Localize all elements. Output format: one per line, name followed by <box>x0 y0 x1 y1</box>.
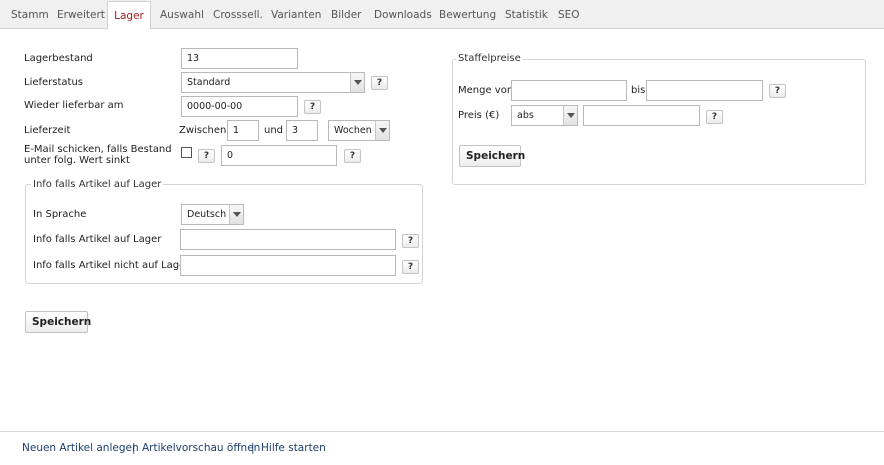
tab-seo[interactable]: SEO <box>558 1 580 29</box>
lieferstatus-select[interactable]: Standard <box>181 72 365 93</box>
article-preview-link[interactable]: Artikelvorschau öffnen <box>142 442 260 454</box>
tab-stamm[interactable]: Stamm <box>11 1 49 29</box>
nicht-auf-lager-input[interactable] <box>180 255 396 276</box>
info-legend: Info falls Artikel auf Lager <box>31 179 164 191</box>
footer-separator: | <box>132 442 136 454</box>
nicht-auf-lager-help-button[interactable]: ? <box>402 260 419 274</box>
preis-label: Preis (€) <box>458 110 500 121</box>
tab-erweitert[interactable]: Erweitert <box>57 1 105 29</box>
email-threshold-input[interactable]: 0 <box>221 145 337 166</box>
preis-input[interactable] <box>583 105 700 126</box>
save-button[interactable]: Speichern <box>25 311 91 333</box>
lieferzeit-from-input[interactable]: 1 <box>227 120 259 141</box>
chevron-down-icon <box>375 121 389 140</box>
email-threshold-help-button[interactable]: ? <box>344 149 361 163</box>
tab-auswahl[interactable]: Auswahl <box>160 1 204 29</box>
lagerbestand-input[interactable]: 13 <box>181 48 298 69</box>
zwischen-label: Zwischen <box>179 125 227 136</box>
preis-type-select[interactable]: abs <box>511 105 578 126</box>
lieferstatus-value: Standard <box>187 77 231 88</box>
preis-help-button[interactable]: ? <box>706 110 723 124</box>
chevron-down-icon <box>563 106 577 125</box>
new-article-link[interactable]: Neuen Artikel anlegen <box>22 442 139 454</box>
lieferstatus-help-button[interactable]: ? <box>371 76 388 90</box>
footer: Neuen Artikel anlegen | Artikelvorschau … <box>0 431 884 465</box>
lagerbestand-label: Lagerbestand <box>24 53 93 64</box>
lieferstatus-label: Lieferstatus <box>24 77 84 88</box>
staffelpreise-legend: Staffelpreise <box>456 53 523 65</box>
wieder-lieferbar-input[interactable]: 0000-00-00 <box>181 96 298 117</box>
lieferzeit-unit-value: Wochen <box>334 125 372 136</box>
menge-von-input[interactable] <box>511 80 627 101</box>
footer-separator: | <box>251 442 255 454</box>
auf-lager-label: Info falls Artikel auf Lager <box>33 234 162 245</box>
tab-varianten[interactable]: Varianten <box>271 1 321 29</box>
lieferzeit-label: Lieferzeit <box>24 125 71 136</box>
tab-lager[interactable]: Lager <box>107 1 151 30</box>
sprache-value: Deutsch <box>187 209 227 220</box>
wieder-lieferbar-help-button[interactable]: ? <box>304 100 321 114</box>
tab-statistik[interactable]: Statistik <box>505 1 548 29</box>
lieferzeit-to-input[interactable]: 3 <box>286 120 318 141</box>
bis-label: bis <box>631 85 646 96</box>
lieferzeit-unit-select[interactable]: Wochen <box>328 120 390 141</box>
und-label: und <box>264 125 284 136</box>
email-checkbox[interactable] <box>181 147 192 158</box>
email-help-button[interactable]: ? <box>198 149 215 163</box>
preis-type-value: abs <box>517 110 534 121</box>
chevron-down-icon <box>229 205 243 224</box>
bis-input[interactable] <box>646 80 763 101</box>
wieder-lieferbar-label: Wieder lieferbar am <box>24 100 124 111</box>
tab-bewertung[interactable]: Bewertung <box>439 1 496 29</box>
sprache-select[interactable]: Deutsch <box>181 204 244 225</box>
auf-lager-help-button[interactable]: ? <box>402 234 419 248</box>
tab-downloads[interactable]: Downloads <box>374 1 432 29</box>
email-label-line2: unter folg. Wert sinkt <box>24 155 130 166</box>
tab-bar: Stamm Erweitert Lager Auswahl Crosssell.… <box>0 0 884 30</box>
menge-von-label: Menge von <box>458 85 514 96</box>
nicht-auf-lager-label: Info falls Artikel nicht auf Lager <box>33 260 190 271</box>
tab-bilder[interactable]: Bilder <box>331 1 361 29</box>
menge-help-button[interactable]: ? <box>769 84 786 98</box>
tab-crosssell[interactable]: Crosssell. <box>213 1 263 29</box>
chevron-down-icon <box>350 73 364 92</box>
staffel-save-button[interactable]: Speichern <box>459 145 525 167</box>
help-link[interactable]: Hilfe starten <box>261 442 326 454</box>
sprache-label: In Sprache <box>33 209 87 220</box>
auf-lager-input[interactable] <box>180 229 396 250</box>
